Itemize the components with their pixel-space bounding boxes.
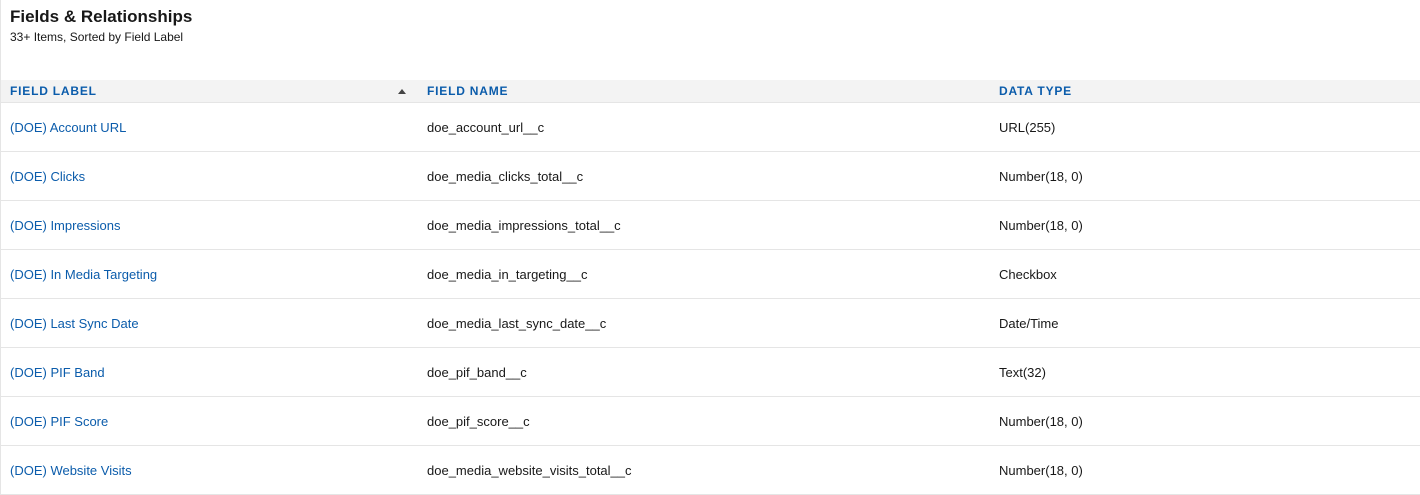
field-name-cell: doe_pif_band__c <box>427 364 527 380</box>
data-type-cell: Number(18, 0) <box>999 462 1083 478</box>
data-type-cell: Text(32) <box>999 364 1046 380</box>
column-header-label: FIELD NAME <box>427 84 509 98</box>
field-label-link[interactable]: (DOE) Website Visits <box>10 463 132 478</box>
panel-header: Fields & Relationships 33+ Items, Sorted… <box>1 0 1419 74</box>
data-type-cell: Number(18, 0) <box>999 168 1083 184</box>
data-type-cell: URL(255) <box>999 119 1056 135</box>
data-type-cell: Date/Time <box>999 315 1059 331</box>
column-header-field-name[interactable]: FIELD NAME <box>418 84 990 98</box>
table-row: (DOE) Last Sync Date doe_media_last_sync… <box>1 299 1420 348</box>
column-header-label: DATA TYPE <box>999 84 1072 98</box>
field-name-cell: doe_media_website_visits_total__c <box>427 462 632 478</box>
field-label-link[interactable]: (DOE) Last Sync Date <box>10 316 139 331</box>
table-row: (DOE) Account URL doe_account_url__c URL… <box>1 103 1420 152</box>
item-count-subtitle: 33+ Items, Sorted by Field Label <box>10 30 184 44</box>
field-label-link[interactable]: (DOE) In Media Targeting <box>10 267 157 282</box>
field-name-cell: doe_media_last_sync_date__c <box>427 315 607 331</box>
field-label-link[interactable]: (DOE) PIF Score <box>10 414 108 429</box>
field-name-cell: doe_media_in_targeting__c <box>427 266 588 282</box>
table-header: FIELD LABEL FIELD NAME DATA TYPE <box>1 80 1420 103</box>
table-row: (DOE) PIF Band doe_pif_band__c Text(32) <box>1 348 1420 397</box>
table-row: (DOE) PIF Score doe_pif_score__c Number(… <box>1 397 1420 446</box>
table-row: (DOE) Clicks doe_media_clicks_total__c N… <box>1 152 1420 201</box>
table-row: (DOE) Impressions doe_media_impressions_… <box>1 201 1420 250</box>
fields-relationships-panel: Fields & Relationships 33+ Items, Sorted… <box>0 0 1420 495</box>
fields-table: FIELD LABEL FIELD NAME DATA TYPE (DOE) A… <box>1 80 1420 495</box>
field-label-link[interactable]: (DOE) Account URL <box>10 120 126 135</box>
column-header-label: FIELD LABEL <box>10 84 97 98</box>
table-row: (DOE) Website Visits doe_media_website_v… <box>1 446 1420 495</box>
field-label-link[interactable]: (DOE) Clicks <box>10 169 85 184</box>
page-title: Fields & Relationships <box>10 7 193 26</box>
field-label-link[interactable]: (DOE) Impressions <box>10 218 121 233</box>
column-header-field-label[interactable]: FIELD LABEL <box>1 84 418 98</box>
sort-ascending-icon[interactable] <box>398 88 406 94</box>
field-name-cell: doe_media_clicks_total__c <box>427 168 584 184</box>
field-name-cell: doe_media_impressions_total__c <box>427 217 621 233</box>
table-row: (DOE) In Media Targeting doe_media_in_ta… <box>1 250 1420 299</box>
data-type-cell: Number(18, 0) <box>999 217 1083 233</box>
data-type-cell: Checkbox <box>999 266 1057 282</box>
field-name-cell: doe_pif_score__c <box>427 413 530 429</box>
data-type-cell: Number(18, 0) <box>999 413 1083 429</box>
column-header-data-type[interactable]: DATA TYPE <box>990 84 1420 98</box>
field-name-cell: doe_account_url__c <box>427 119 545 135</box>
field-label-link[interactable]: (DOE) PIF Band <box>10 365 105 380</box>
